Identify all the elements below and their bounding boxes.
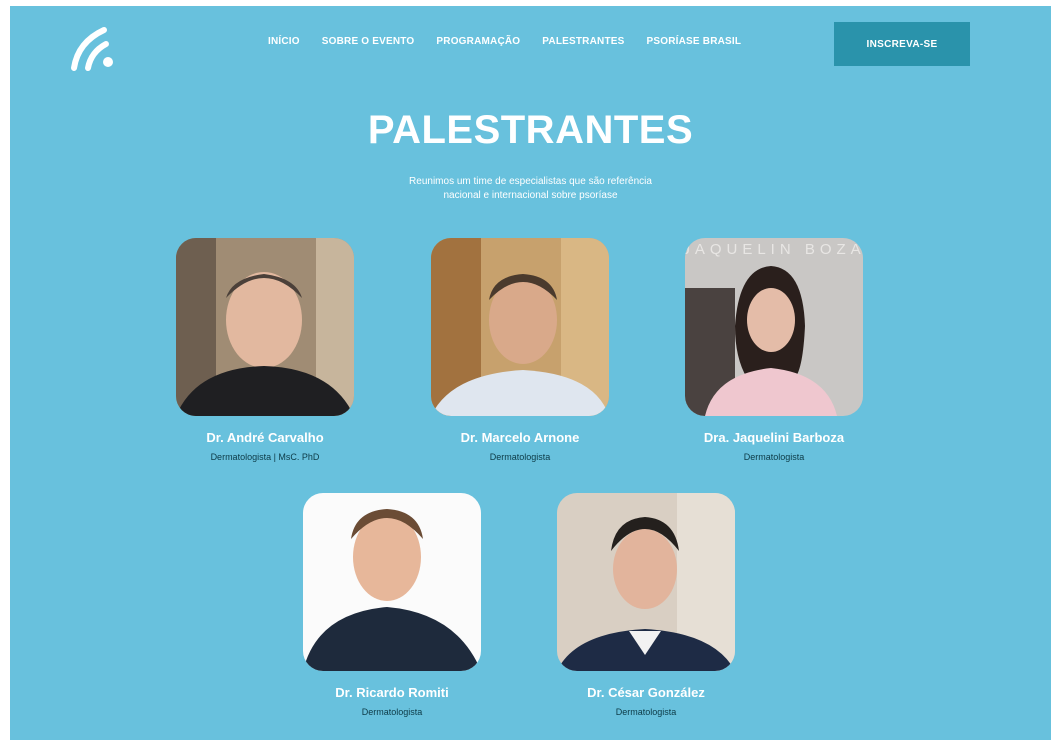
speaker-card[interactable]: Dr. Marcelo Arnone Dermatologista xyxy=(420,238,620,462)
subtitle-line-1: Reunimos um time de especialistas que sã… xyxy=(409,176,652,187)
speaker-photo xyxy=(431,238,609,416)
page-subtitle: Reunimos um time de especialistas que sã… xyxy=(10,175,1051,203)
nav-link-psoriase-brasil[interactable]: PSORÍASE BRASIL xyxy=(647,36,742,47)
register-button[interactable]: INSCREVA-SE xyxy=(834,22,970,66)
speaker-card[interactable]: Dr. Ricardo Romiti Dermatologista xyxy=(292,493,492,717)
nav-link-inicio[interactable]: INÍCIO xyxy=(268,36,300,47)
speaker-card[interactable]: Dr. César González Dermatologista xyxy=(546,493,746,717)
speaker-photo xyxy=(176,238,354,416)
speaker-photo xyxy=(303,493,481,671)
speaker-role: Dermatologista xyxy=(361,707,423,717)
speaker-name: Dr. César González xyxy=(587,685,705,700)
speaker-name: Dra. Jaquelini Barboza xyxy=(703,430,845,445)
page-title: PALESTRANTES xyxy=(367,108,694,152)
speaker-role: Dermatologista xyxy=(743,452,805,462)
wifi-signal-logo-icon[interactable] xyxy=(70,24,120,72)
speaker-role: Dermatologista | MsC. PhD xyxy=(210,452,320,462)
speaker-name: Dr. André Carvalho xyxy=(206,430,324,445)
nav-link-palestrantes[interactable]: PALESTRANTES xyxy=(542,36,624,47)
main-nav: INÍCIO SOBRE O EVENTO PROGRAMAÇÃO PALEST… xyxy=(268,36,741,47)
photo-wall-text: JAQUELIN BOZA xyxy=(685,241,863,258)
speaker-photo: JAQUELIN BOZA xyxy=(685,238,863,416)
speaker-role: Dermatologista xyxy=(489,452,551,462)
speaker-role: Dermatologista xyxy=(615,707,677,717)
subtitle-line-2: nacional e internacional sobre psoríase xyxy=(443,190,618,201)
speaker-photo xyxy=(557,493,735,671)
speaker-name: Dr. Marcelo Arnone xyxy=(460,430,580,445)
speaker-card[interactable]: Dr. André Carvalho Dermatologista | MsC.… xyxy=(165,238,365,462)
page-frame: INÍCIO SOBRE O EVENTO PROGRAMAÇÃO PALEST… xyxy=(10,6,1051,740)
nav-link-programacao[interactable]: PROGRAMAÇÃO xyxy=(436,36,520,47)
nav-link-sobre-o-evento[interactable]: SOBRE O EVENTO xyxy=(322,36,415,47)
speaker-card[interactable]: JAQUELIN BOZA Dra. Jaquelini Barboza Der… xyxy=(674,238,874,462)
speaker-name: Dr. Ricardo Romiti xyxy=(335,685,449,700)
